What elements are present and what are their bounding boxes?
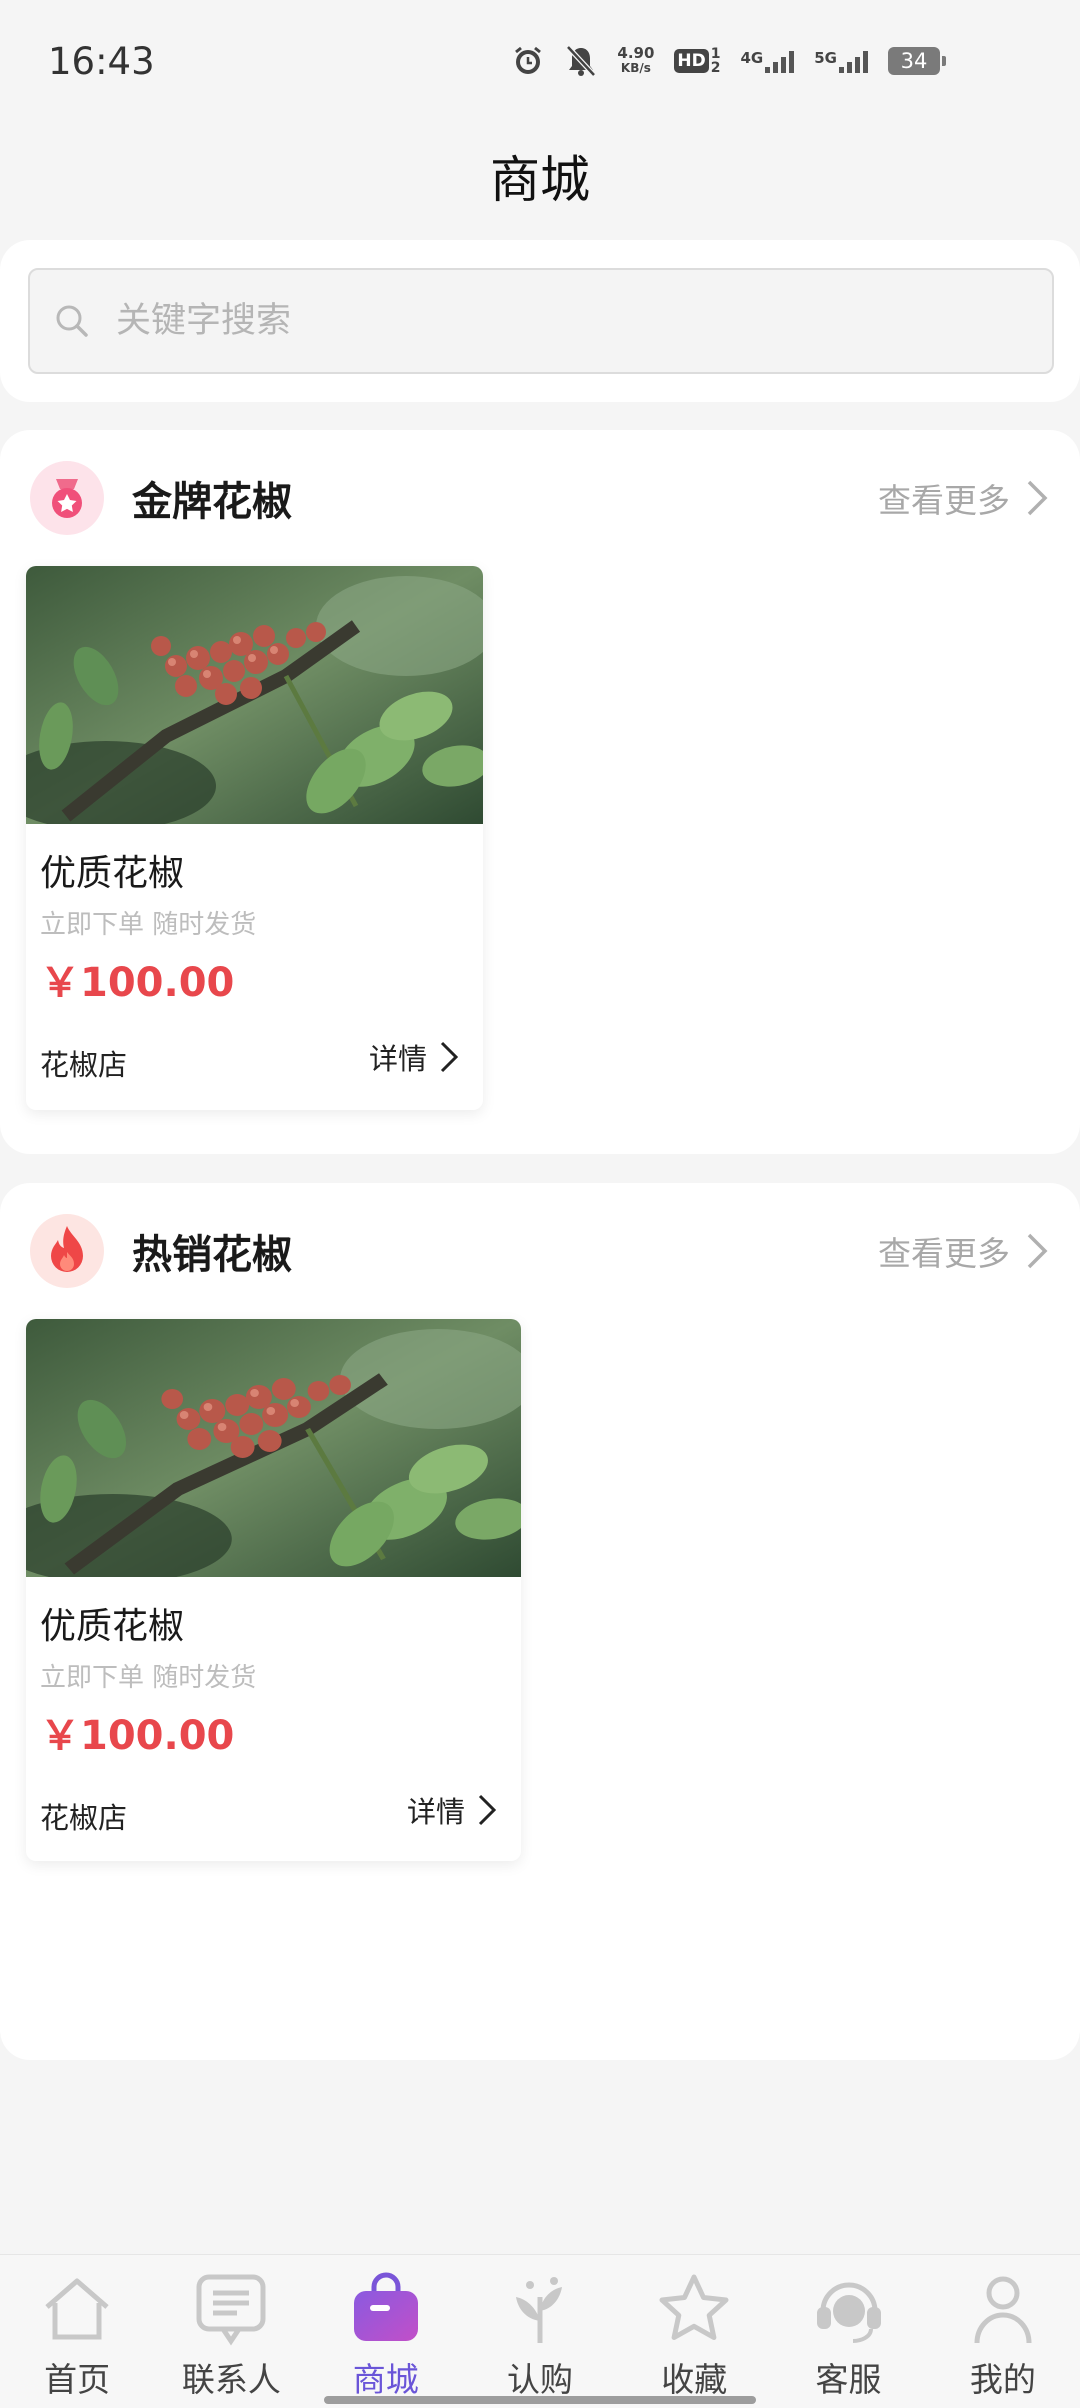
nav-label: 商城 xyxy=(352,2360,419,2399)
star-icon xyxy=(656,2271,732,2347)
signal-bars-icon xyxy=(839,49,868,73)
view-more-label: 查看更多 xyxy=(878,1234,1010,1273)
detail-link[interactable]: 详情 xyxy=(369,1036,459,1078)
search-input[interactable] xyxy=(116,301,1016,341)
headset-icon xyxy=(811,2271,887,2347)
home-indicator[interactable] xyxy=(324,2396,756,2404)
section-title: 热销花椒 xyxy=(132,1232,292,1278)
product-name: 优质花椒 xyxy=(40,853,185,894)
detail-label: 详情 xyxy=(406,1795,465,1829)
page-title: 商城 xyxy=(490,151,590,209)
view-more-label: 查看更多 xyxy=(878,481,1010,520)
nav-item-favorites[interactable]: 收藏 xyxy=(617,2255,771,2408)
nav-item-support[interactable]: 客服 xyxy=(771,2255,925,2408)
shopping-bag-icon xyxy=(348,2271,424,2347)
flame-icon xyxy=(30,1214,104,1288)
nav-label: 首页 xyxy=(44,2360,111,2399)
signal-5g-label: 5G xyxy=(814,49,837,67)
contacts-icon xyxy=(193,2271,269,2347)
section-header: 热销花椒 查看更多 xyxy=(30,1213,1050,1289)
product-subtitle: 立即下单 随时发货 xyxy=(40,910,257,940)
signal-5g: 5G xyxy=(814,49,868,73)
net-speed-unit: KB/s xyxy=(620,61,651,75)
product-card[interactable]: 优质花椒 立即下单 随时发货 ￥100.00 花椒店 详情 xyxy=(26,566,483,1110)
medal-icon xyxy=(30,461,104,535)
signal-4g-label: 4G xyxy=(740,49,764,67)
shop-name: 花椒店 xyxy=(40,1048,128,1082)
chevron-right-icon xyxy=(1027,480,1048,516)
section-gold-pepper: 金牌花椒 查看更多 优质花椒 立即下单 随时发货 ￥100.00 花椒店 详情 xyxy=(0,430,1080,1154)
chevron-right-icon xyxy=(478,1794,497,1826)
section-header: 金牌花椒 查看更多 xyxy=(30,460,1050,536)
signal-bars-icon xyxy=(765,49,795,73)
nav-label: 收藏 xyxy=(661,2360,728,2399)
view-more-link[interactable]: 查看更多 xyxy=(878,1227,1050,1275)
net-speed: 4.90 KB/s xyxy=(617,46,654,76)
nav-label: 我的 xyxy=(969,2360,1036,2399)
search-panel xyxy=(0,240,1080,402)
battery-icon: 34 xyxy=(888,47,946,75)
hd-label: HD xyxy=(674,49,709,73)
product-price: ￥100.00 xyxy=(40,1713,235,1759)
status-bar: 16:43 4.90 KB/s HD 1 2 4G 5G 34 xyxy=(0,0,1080,124)
product-price: ￥100.00 xyxy=(40,960,235,1006)
bottom-nav: 首页 联系人 商城 认购 收藏 客服 我的 xyxy=(0,2254,1080,2408)
search-box[interactable] xyxy=(28,268,1054,374)
product-card[interactable]: 优质花椒 立即下单 随时发货 ￥100.00 花椒店 详情 xyxy=(26,1319,521,1861)
nav-item-mall[interactable]: 商城 xyxy=(309,2255,463,2408)
plant-icon xyxy=(502,2271,578,2347)
nav-item-profile[interactable]: 我的 xyxy=(926,2255,1080,2408)
person-icon xyxy=(965,2271,1041,2347)
alarm-icon xyxy=(511,44,545,78)
chevron-right-icon xyxy=(1027,1233,1048,1269)
mute-bell-icon xyxy=(565,44,597,78)
nav-item-home[interactable]: 首页 xyxy=(0,2255,154,2408)
home-icon xyxy=(39,2271,115,2347)
hd-sub-bottom: 2 xyxy=(710,60,721,76)
nav-label: 认购 xyxy=(506,2360,573,2399)
product-subtitle: 立即下单 随时发货 xyxy=(40,1663,257,1693)
section-title: 金牌花椒 xyxy=(132,479,292,525)
view-more-link[interactable]: 查看更多 xyxy=(878,474,1050,522)
hd-icon: HD 1 2 xyxy=(674,46,721,76)
signal-4g: 4G xyxy=(741,49,795,73)
search-icon xyxy=(52,301,92,341)
status-icons: 4.90 KB/s HD 1 2 4G 5G 34 xyxy=(511,44,946,78)
nav-item-subscribe[interactable]: 认购 xyxy=(463,2255,617,2408)
nav-label: 联系人 xyxy=(181,2360,281,2399)
shop-name: 花椒店 xyxy=(40,1801,128,1835)
net-speed-value: 4.90 xyxy=(617,44,655,62)
section-hot-pepper: 热销花椒 查看更多 优质花椒 立即下单 随时发货 ￥100.00 花椒店 详情 xyxy=(0,1183,1080,2060)
detail-link[interactable]: 详情 xyxy=(407,1789,497,1831)
product-image xyxy=(26,566,483,824)
hd-sub-top: 1 xyxy=(710,46,721,62)
product-image xyxy=(26,1319,521,1577)
product-name: 优质花椒 xyxy=(40,1606,185,1647)
nav-item-contacts[interactable]: 联系人 xyxy=(154,2255,308,2408)
chevron-right-icon xyxy=(440,1041,459,1073)
detail-label: 详情 xyxy=(368,1042,427,1076)
status-time: 16:43 xyxy=(48,40,155,83)
nav-label: 客服 xyxy=(815,2360,882,2399)
